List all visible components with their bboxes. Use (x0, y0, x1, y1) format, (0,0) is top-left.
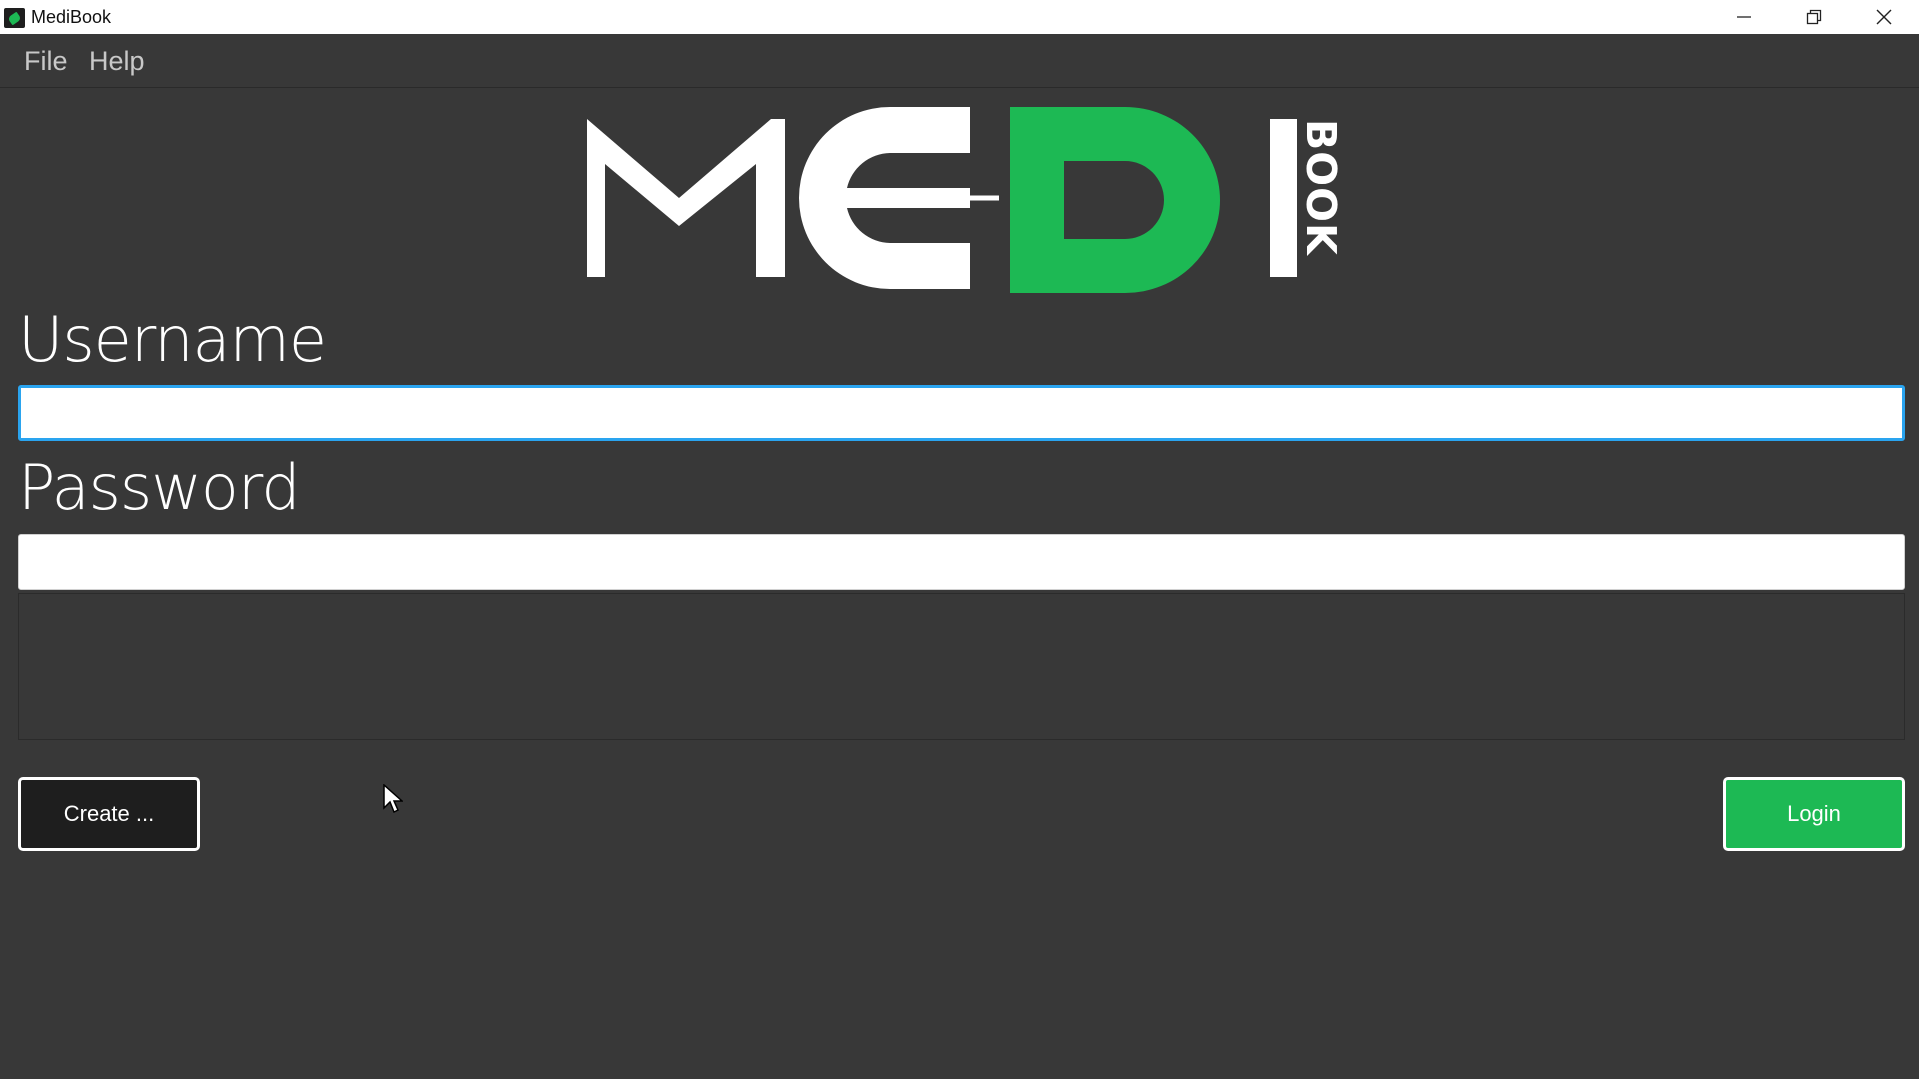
login-button[interactable]: Login (1723, 777, 1905, 851)
close-icon (1876, 9, 1892, 25)
menu-help[interactable]: Help (89, 45, 145, 77)
password-label: Password (18, 451, 301, 524)
create-account-button[interactable]: Create ... (18, 777, 200, 851)
window-title: MediBook (31, 7, 112, 27)
menu-file[interactable]: File (24, 45, 68, 77)
medibook-logo: BOOK (587, 107, 1345, 293)
title-bar: MediBook (0, 0, 1919, 34)
close-button[interactable] (1849, 0, 1919, 34)
restore-icon (1806, 9, 1822, 25)
app-icon (4, 8, 25, 28)
logo-book-text: BOOK (1297, 119, 1345, 257)
mouse-cursor-icon (383, 784, 403, 814)
minimize-button[interactable] (1709, 0, 1779, 34)
username-input[interactable] (18, 385, 1905, 441)
message-area (18, 593, 1905, 740)
username-label: Username (18, 303, 327, 376)
login-panel: BOOK Username Password Create ... Login (1, 89, 1918, 1077)
minimize-icon (1737, 16, 1751, 18)
restore-button[interactable] (1779, 0, 1849, 34)
menu-bar: File Help (0, 34, 1919, 88)
password-input[interactable] (18, 534, 1905, 590)
